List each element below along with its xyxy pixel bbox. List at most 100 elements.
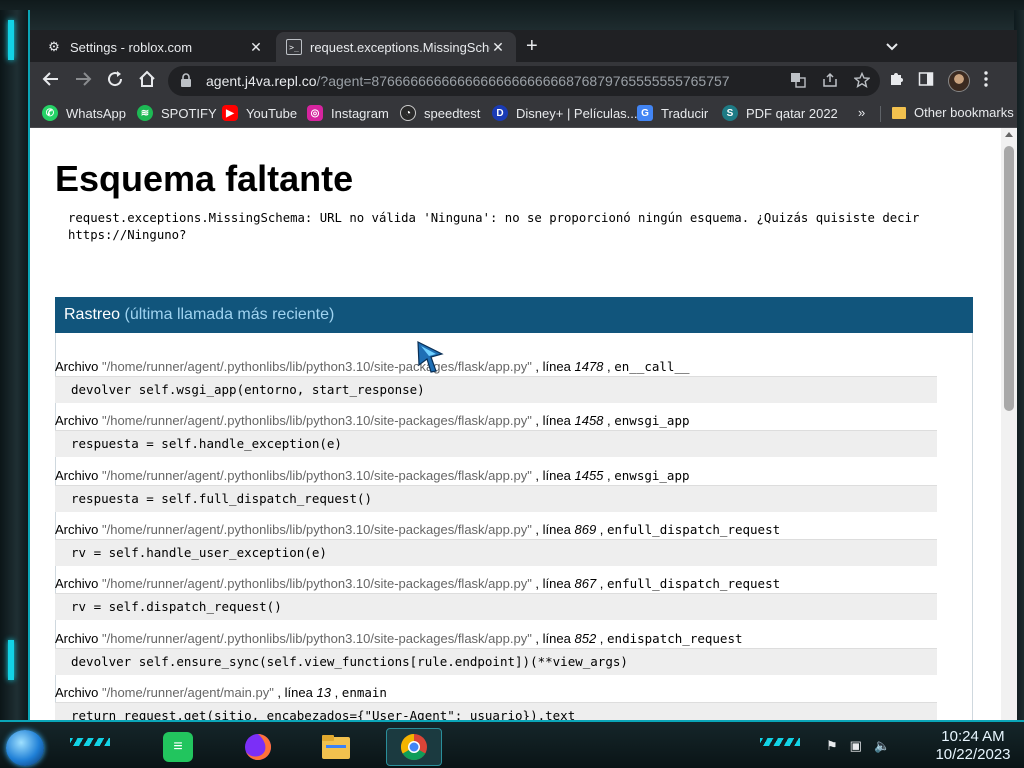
share-icon[interactable] (822, 72, 838, 91)
bookmark-disney[interactable]: D Disney+ | Películas... (492, 105, 638, 121)
bookmark-label: SPOTIFY (161, 105, 217, 121)
frame-prefix: Archivo (55, 631, 99, 646)
scrollbar-thumb[interactable] (1004, 146, 1014, 411)
side-panel-icon[interactable] (918, 71, 934, 91)
kebab-menu-icon[interactable] (984, 71, 988, 91)
arrow-right-icon (76, 72, 92, 86)
bookmarks-bar: ✆ WhatsApp ≋ SPOTIFY ▶ YouTube ◎ Instagr… (30, 100, 1017, 128)
close-icon[interactable]: ✕ (490, 39, 506, 56)
puzzle-icon[interactable] (888, 71, 904, 91)
frame-code: respuesta = self.full_dispatch_request() (55, 485, 937, 512)
frame-location: Archivo "/home/runner/agent/.pythonlibs/… (55, 631, 743, 646)
traceback-frame: Archivo "/home/runner/agent/.pythonlibs/… (55, 358, 937, 403)
frame-code: rv = self.dispatch_request() (55, 593, 937, 620)
tab-settings-roblox[interactable]: ⚙ Settings - roblox.com ✕ (36, 32, 274, 62)
frame-function: enwsgi_app (614, 468, 690, 483)
new-tab-button[interactable]: + (526, 36, 538, 56)
skin-glow (8, 20, 14, 60)
frame-line-word: línea (542, 522, 571, 537)
bookmark-spotify[interactable]: ≋ SPOTIFY (137, 105, 217, 121)
frame-function: enfull_dispatch_request (607, 576, 781, 591)
traceback-frame: Archivo "/home/runner/agent/.pythonlibs/… (55, 630, 937, 675)
forward-button[interactable] (72, 70, 94, 92)
network-icon[interactable]: ▣ (850, 738, 862, 754)
address-bar[interactable]: agent.j4va.repl.co/?agent=87666666666666… (168, 66, 880, 96)
bookmark-label: Other bookmarks (914, 105, 1014, 120)
taskbar-app-firefox[interactable] (230, 728, 286, 766)
home-button[interactable] (136, 70, 158, 92)
close-icon[interactable]: ✕ (248, 39, 264, 56)
frame-location: Archivo "/home/runner/agent/main.py" , l… (55, 685, 387, 700)
other-bookmarks-folder[interactable]: Other bookmarks (892, 105, 1014, 120)
bookmark-label: Instagram (331, 105, 389, 121)
arrow-left-icon (42, 72, 58, 86)
frame-line-word: línea (542, 468, 571, 483)
flag-icon[interactable]: ⚑ (826, 738, 838, 754)
skin-left-frame (0, 10, 30, 730)
traceback-frame: Archivo "/home/runner/agent/.pythonlibs/… (55, 412, 937, 457)
bookmark-whatsapp[interactable]: ✆ WhatsApp (42, 105, 126, 121)
reload-button[interactable] (104, 70, 126, 92)
translate-icon[interactable] (790, 72, 806, 91)
bookmarks-overflow-button[interactable]: » (858, 105, 865, 120)
tab-missing-schema[interactable]: >_ request.exceptions.MissingSchem ✕ (276, 32, 516, 62)
bookmark-label: YouTube (246, 105, 298, 121)
frame-function: endispatch_request (607, 631, 743, 646)
frame-line-number: 867 (574, 576, 597, 591)
back-button[interactable] (40, 70, 62, 92)
frame-line-number: 1458 (574, 413, 604, 428)
profile-avatar[interactable] (948, 70, 970, 92)
taskbar-clock[interactable]: 10:24 AM 10/22/2023 (928, 728, 1018, 764)
frame-code: devolver self.ensure_sync(self.view_func… (55, 648, 937, 675)
omnibox-actions (790, 71, 871, 91)
frame-file: "/home/runner/agent/.pythonlibs/lib/pyth… (101, 413, 532, 428)
frame-code: devolver self.wsgi_app(entorno, start_re… (55, 376, 937, 403)
bookmark-label: Traducir (661, 105, 709, 121)
frame-file: "/home/runner/agent/.pythonlibs/lib/pyth… (101, 576, 532, 591)
spotify-icon: ≋ (137, 105, 153, 121)
frame-file: "/home/runner/agent/.pythonlibs/lib/pyth… (101, 359, 532, 374)
notes-app-icon: ≡ (163, 732, 193, 762)
skin-decoration (760, 738, 800, 746)
browser-window: ⚙ Settings - roblox.com ✕ >_ request.exc… (30, 30, 1017, 720)
taskbar-app-notes[interactable]: ≡ (150, 728, 206, 766)
frame-function: enwsgi_app (614, 413, 690, 428)
disney-icon: D (492, 105, 508, 121)
frame-location: Archivo "/home/runner/agent/.pythonlibs/… (55, 413, 690, 428)
url-text: agent.j4va.repl.co/?agent=87666666666666… (206, 73, 730, 89)
traceback-frame: Archivo "/home/runner/agent/main.py" , l… (55, 684, 937, 720)
traceback-label: Rastreo (64, 306, 121, 323)
url-path: /?agent=87666666666666666666666668768797… (316, 73, 730, 89)
taskbar: ≡ ⚑ ▣ 🔈 10:24 AM 10/22/2023 (0, 720, 1024, 768)
frame-code: rv = self.handle_user_exception(e) (55, 539, 937, 566)
skin-top-frame (0, 0, 1024, 30)
bookmark-pdf-qatar[interactable]: S PDF qatar 2022 (722, 105, 838, 121)
frame-location: Archivo "/home/runner/agent/.pythonlibs/… (55, 576, 781, 591)
tab-title: Settings - roblox.com (70, 39, 193, 55)
frame-line-number: 1478 (574, 359, 604, 374)
frame-prefix: Archivo (55, 359, 99, 374)
tab-search-button[interactable] (880, 36, 904, 58)
page-content: Esquema faltante request.exceptions.Miss… (30, 128, 1001, 720)
start-button[interactable] (6, 730, 44, 766)
volume-icon[interactable]: 🔈 (874, 738, 890, 754)
scribd-icon: S (722, 105, 738, 121)
taskbar-app-explorer[interactable] (308, 728, 364, 766)
frame-line-number: 13 (316, 685, 331, 700)
frame-line-number: 852 (574, 631, 597, 646)
mouse-cursor-icon (417, 341, 444, 373)
scroll-up-arrow[interactable] (1005, 132, 1013, 137)
bookmark-label: Disney+ | Películas... (516, 105, 638, 121)
url-host: agent.j4va.repl.co (206, 73, 317, 89)
bookmark-instagram[interactable]: ◎ Instagram (307, 105, 389, 121)
taskbar-app-chrome[interactable] (386, 728, 442, 766)
frame-line-word: línea (542, 576, 571, 591)
bookmark-youtube[interactable]: ▶ YouTube (222, 105, 297, 121)
frame-prefix: Archivo (55, 468, 99, 483)
skin-decoration (70, 738, 110, 746)
bookmark-speedtest[interactable]: ◔ speedtest (400, 105, 480, 121)
frame-line-word: línea (542, 631, 571, 646)
bookmark-traducir[interactable]: G Traducir (637, 105, 708, 121)
star-icon[interactable] (853, 71, 871, 91)
clock-date: 10/22/2023 (935, 746, 1011, 763)
